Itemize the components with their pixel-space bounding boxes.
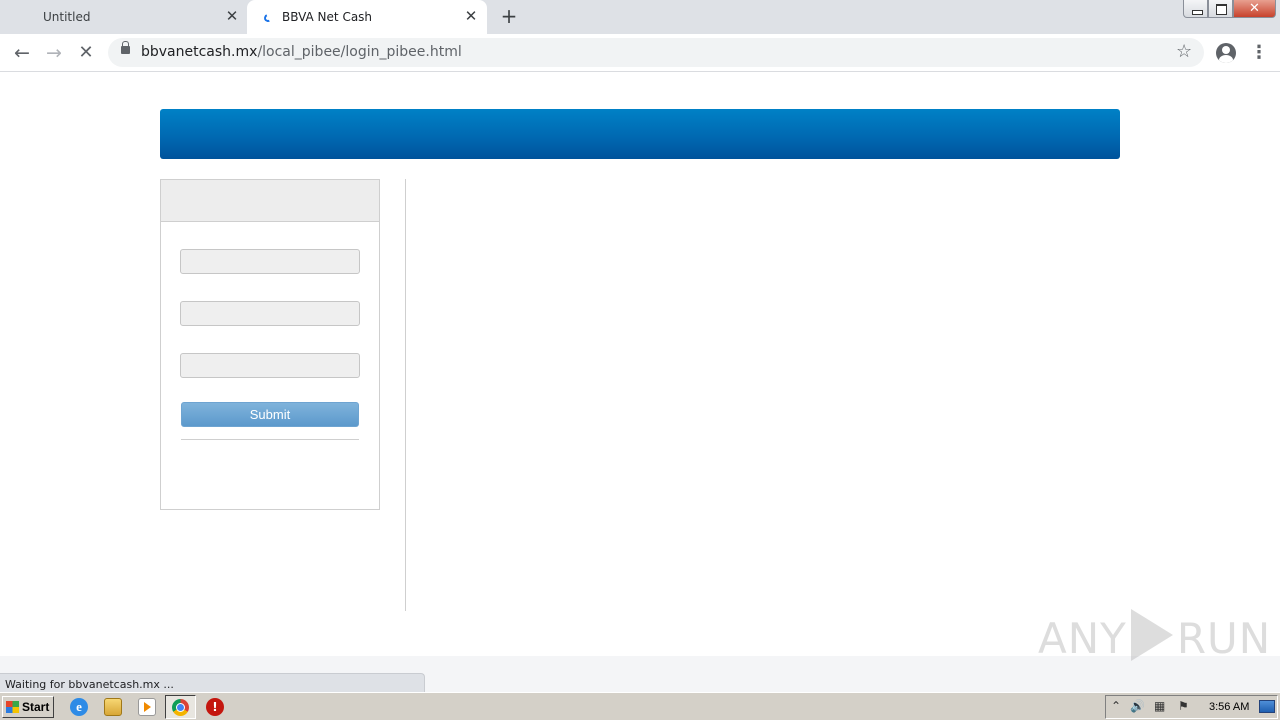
- network-icon[interactable]: ▦: [1154, 699, 1165, 713]
- media-player-icon[interactable]: [138, 698, 156, 716]
- tab-untitled[interactable]: Untitled ✕: [0, 0, 247, 34]
- browser-menu-icon[interactable]: ⋮: [1250, 42, 1268, 64]
- content-divider: [405, 179, 406, 611]
- submit-button[interactable]: Submit: [181, 402, 359, 427]
- back-button[interactable]: ←: [10, 42, 34, 64]
- windows-logo-icon: [6, 701, 19, 713]
- watermark-left-text: ANY: [1038, 614, 1127, 663]
- new-tab-button[interactable]: +: [498, 6, 520, 28]
- window-close-button[interactable]: ✕: [1233, 0, 1276, 18]
- browser-toolbar: ← → ✕ bbvanetcash.mx/local_pibee/login_p…: [0, 34, 1280, 72]
- window-minimize-button[interactable]: [1183, 0, 1208, 18]
- tab-title: Untitled: [43, 10, 91, 24]
- taskbar: Start e ! ⌃ 🔊 ▦ ⚑ 3:56 AM: [0, 692, 1280, 720]
- watermark-right-text: RUN: [1176, 614, 1272, 663]
- window-restore-button[interactable]: [1208, 0, 1233, 18]
- chrome-icon: [172, 699, 189, 716]
- play-icon: [1130, 609, 1173, 661]
- lock-icon[interactable]: [121, 41, 130, 54]
- clock[interactable]: 3:56 AM: [1209, 701, 1249, 713]
- ie-icon[interactable]: e: [70, 698, 88, 716]
- url-path: /local_pibee/login_pibee.html: [257, 44, 462, 60]
- login-panel: Submit: [160, 179, 380, 510]
- account-icon[interactable]: [1216, 43, 1236, 63]
- stop-loading-button[interactable]: ✕: [74, 42, 98, 64]
- anyrun-watermark: ANY RUN: [1038, 609, 1271, 669]
- show-desktop-icon[interactable]: [1259, 700, 1275, 713]
- tab-close-icon[interactable]: ✕: [463, 8, 479, 24]
- login-field-3[interactable]: [180, 353, 360, 378]
- url-text[interactable]: bbvanetcash.mx/local_pibee/login_pibee.h…: [141, 44, 462, 60]
- url-domain: bbvanetcash.mx: [141, 44, 258, 60]
- tab-bbva-net-cash[interactable]: BBVA Net Cash ✕: [247, 0, 487, 34]
- login-field-1[interactable]: [180, 249, 360, 274]
- tab-strip: Untitled ✕ BBVA Net Cash ✕ + ✕: [0, 0, 1280, 34]
- stop-icon[interactable]: !: [206, 698, 224, 716]
- tab-title: BBVA Net Cash: [282, 10, 373, 24]
- forward-button[interactable]: →: [42, 42, 66, 64]
- panel-divider: [181, 439, 359, 440]
- explorer-folder-icon[interactable]: [104, 698, 122, 716]
- start-button[interactable]: Start: [2, 696, 54, 718]
- status-bubble: Waiting for bbvanetcash.mx ...: [0, 673, 425, 692]
- action-center-flag-icon[interactable]: ⚑: [1178, 699, 1189, 713]
- tab-close-icon[interactable]: ✕: [224, 8, 240, 24]
- header-banner: [160, 109, 1120, 159]
- system-tray: ⌃ 🔊 ▦ ⚑: [1105, 695, 1278, 719]
- bookmark-star-icon[interactable]: ☆: [1176, 41, 1192, 62]
- login-panel-header: [161, 180, 379, 222]
- chrome-taskbar-button[interactable]: [165, 695, 196, 719]
- show-hidden-icons-icon[interactable]: ⌃: [1111, 699, 1121, 713]
- close-icon: ✕: [1249, 1, 1260, 16]
- start-label: Start: [22, 700, 50, 714]
- address-bar[interactable]: bbvanetcash.mx/local_pibee/login_pibee.h…: [108, 38, 1204, 67]
- loading-spinner-icon: [262, 12, 274, 24]
- login-field-2[interactable]: [180, 301, 360, 326]
- volume-icon[interactable]: 🔊: [1130, 699, 1145, 713]
